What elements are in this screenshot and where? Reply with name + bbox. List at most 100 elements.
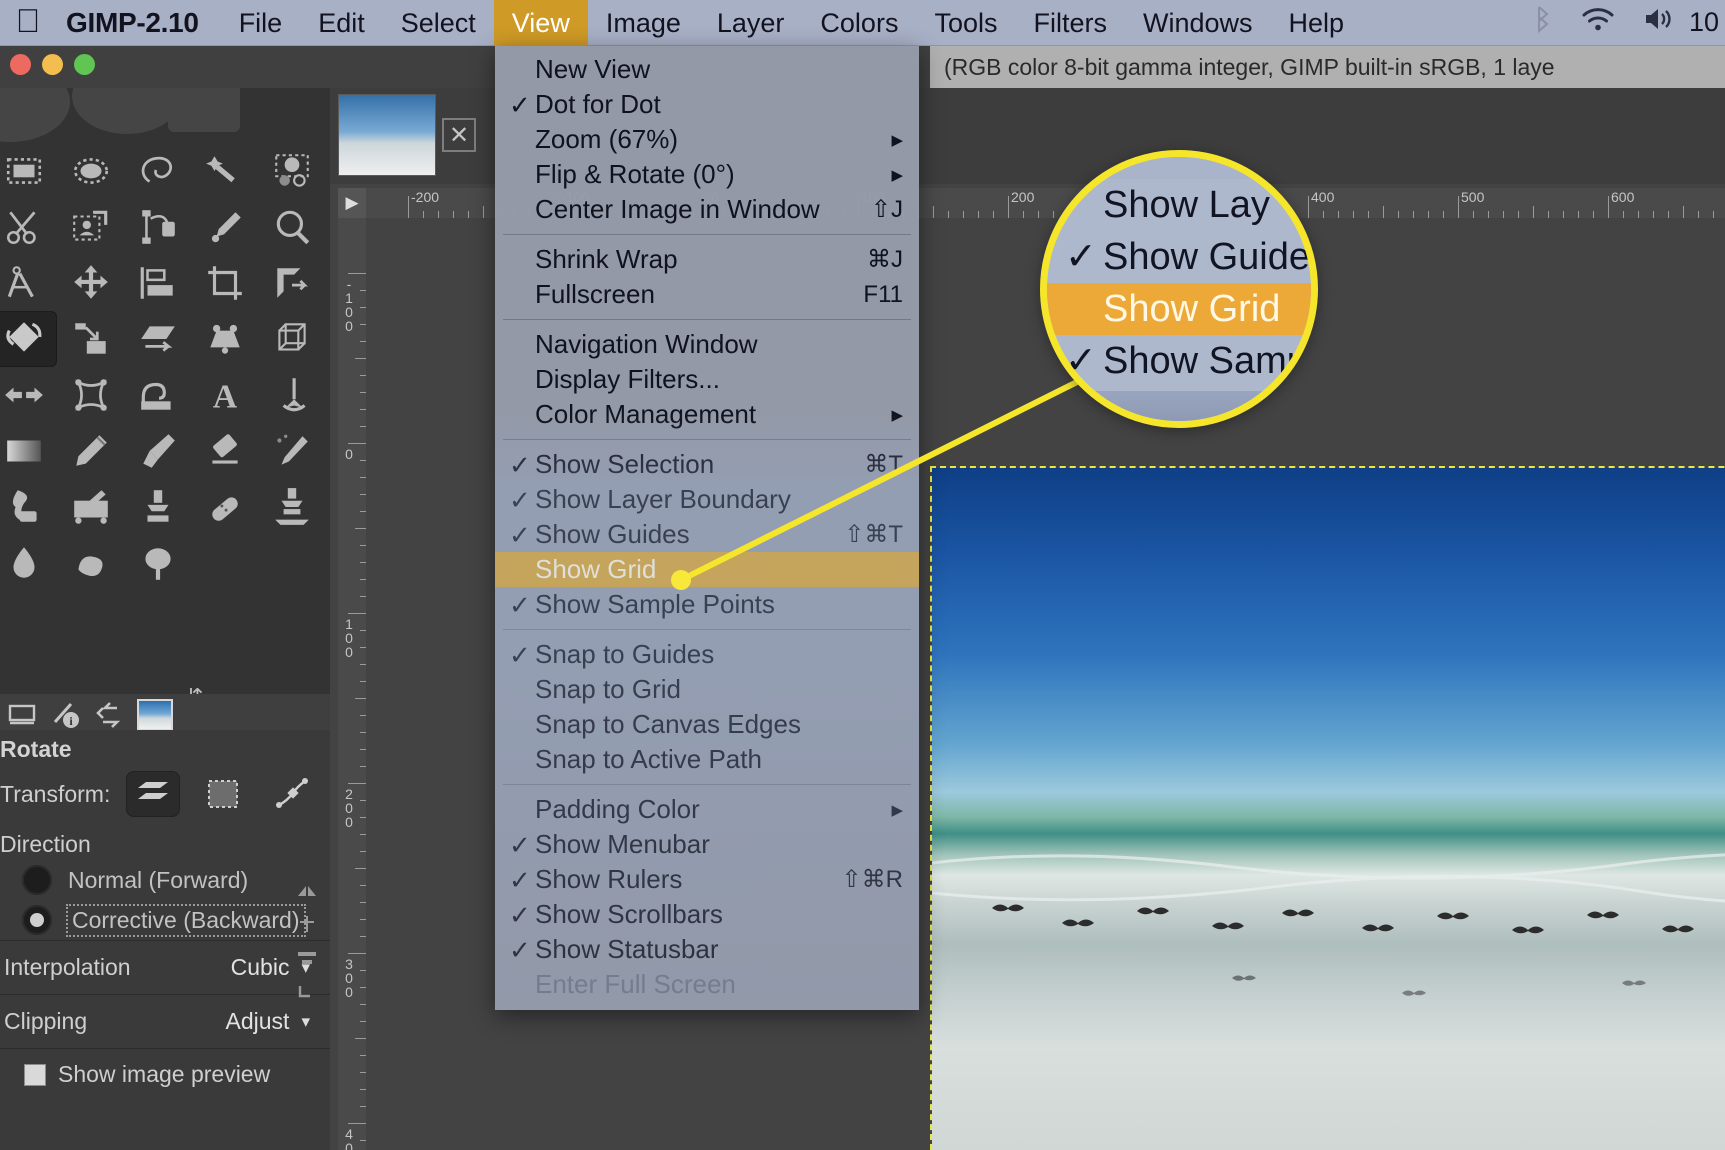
show-image-preview-checkbox[interactable] — [24, 1063, 46, 1086]
volume-icon[interactable] — [1629, 6, 1689, 39]
menu-item-display-filters[interactable]: Display Filters... — [495, 362, 919, 397]
menubar-clock[interactable]: 10 — [1689, 7, 1725, 38]
crop-icon[interactable] — [191, 255, 258, 311]
cage-transform-icon[interactable] — [124, 367, 191, 423]
menu-item-show-scrollbars[interactable]: ✓ Show Scrollbars — [495, 897, 919, 932]
menu-item-snap-to-guides[interactable]: ✓ Snap to Guides — [495, 637, 919, 672]
perspective-icon[interactable] — [191, 311, 258, 367]
app-name-label[interactable]: GIMP-2.10 — [56, 7, 221, 39]
canvas-menu-button[interactable]: ▶ — [338, 188, 366, 218]
clipping-value-group[interactable]: Adjust ▾ — [226, 1008, 310, 1035]
menu-colors[interactable]: Colors — [802, 0, 916, 46]
menu-edit[interactable]: Edit — [300, 0, 383, 46]
menu-filters[interactable]: Filters — [1015, 0, 1125, 46]
pointer-info-tab-icon[interactable]: i — [46, 697, 86, 733]
scissors-select-icon[interactable] — [0, 199, 57, 255]
3d-transform-icon[interactable] — [258, 311, 325, 367]
zoom-button[interactable] — [74, 54, 95, 75]
menu-item-padding-color[interactable]: Padding Color ▶ — [495, 792, 919, 827]
scale-icon[interactable] — [57, 311, 124, 367]
direction-option-normal[interactable]: Normal (Forward) — [0, 860, 330, 900]
rect-select-icon[interactable] — [0, 143, 57, 199]
unified-transform-icon[interactable] — [258, 255, 325, 311]
vertical-ruler[interactable]: -100 0 100 200 300 400 — [338, 218, 366, 1150]
bluetooth-icon[interactable] — [1519, 4, 1567, 41]
radio-corrective[interactable] — [22, 905, 52, 935]
image-thumbnail-tab-icon[interactable] — [134, 697, 176, 733]
move-icon[interactable] — [57, 255, 124, 311]
menu-item-show-menubar[interactable]: ✓ Show Menubar — [495, 827, 919, 862]
transform-selection-button[interactable] — [196, 771, 250, 817]
menu-select[interactable]: Select — [383, 0, 494, 46]
menu-item-dot-for-dot[interactable]: ✓ Dot for Dot — [495, 87, 919, 122]
menu-item-color-management[interactable]: Color Management ▶ — [495, 397, 919, 432]
direction-option-corrective[interactable]: Corrective (Backward) — [0, 900, 330, 940]
beach-photo-layer[interactable] — [930, 466, 1725, 1150]
eraser-icon[interactable] — [191, 423, 258, 479]
menu-windows[interactable]: Windows — [1125, 0, 1271, 46]
show-image-preview-row[interactable]: Show image preview — [0, 1048, 330, 1088]
menu-item-show-layer-boundary[interactable]: ✓ Show Layer Boundary — [495, 482, 919, 517]
alignment-icon[interactable] — [124, 255, 191, 311]
menu-item-show-selection[interactable]: ✓ Show Selection ⌘T — [495, 447, 919, 482]
menu-item-show-guides[interactable]: ✓ Show Guides ⇧⌘T — [495, 517, 919, 552]
ellipse-select-icon[interactable] — [57, 143, 124, 199]
clipping-row[interactable]: Clipping Adjust ▾ — [0, 994, 330, 1048]
minimize-button[interactable] — [42, 54, 63, 75]
menu-file[interactable]: File — [221, 0, 301, 46]
select-by-color-icon[interactable] — [258, 143, 325, 199]
foreground-select-icon[interactable] — [57, 199, 124, 255]
menu-item-show-rulers[interactable]: ✓ Show Rulers ⇧⌘R — [495, 862, 919, 897]
fuzzy-select-icon[interactable] — [191, 143, 258, 199]
menu-item-snap-to-grid[interactable]: Snap to Grid — [495, 672, 919, 707]
bucket-fill-icon[interactable] — [258, 367, 325, 423]
radio-normal[interactable] — [22, 865, 52, 895]
heal-icon[interactable] — [191, 479, 258, 535]
handle-transform-icon[interactable] — [0, 367, 57, 423]
measure-icon[interactable] — [0, 255, 57, 311]
view-dropdown-menu[interactable]: New View ✓ Dot for Dot Zoom (67%) ▶ Flip… — [495, 46, 919, 1010]
airbrush-icon[interactable] — [258, 423, 325, 479]
paths-icon[interactable] — [124, 199, 191, 255]
menu-item-center-image-in-window[interactable]: Center Image in Window ⇧J — [495, 192, 919, 227]
apple-logo-icon[interactable]:  — [0, 4, 56, 42]
dodge-burn-icon[interactable] — [124, 535, 191, 591]
blur-sharpen-icon[interactable] — [0, 535, 57, 591]
interpolation-row[interactable]: Interpolation Cubic ▾ — [0, 940, 330, 994]
close-button[interactable] — [10, 54, 31, 75]
text-icon[interactable]: A — [191, 367, 258, 423]
chevron-down-icon[interactable]: ▾ — [301, 1012, 310, 1032]
menu-item-show-sample-points[interactable]: ✓ Show Sample Points — [495, 587, 919, 622]
clone-icon[interactable] — [124, 479, 191, 535]
menu-item-flip-rotate[interactable]: Flip & Rotate (0°) ▶ — [495, 157, 919, 192]
menu-item-snap-to-canvas-edges[interactable]: Snap to Canvas Edges — [495, 707, 919, 742]
wifi-icon[interactable] — [1567, 6, 1629, 39]
free-select-icon[interactable] — [124, 143, 191, 199]
warp-transform-icon[interactable] — [57, 367, 124, 423]
smudge-icon[interactable] — [57, 535, 124, 591]
menu-item-new-view[interactable]: New View — [495, 52, 919, 87]
transform-path-button[interactable] — [266, 771, 320, 817]
paintbrush-icon[interactable] — [124, 423, 191, 479]
perspective-clone-icon[interactable] — [258, 479, 325, 535]
image-tab-thumbnail[interactable] — [338, 94, 436, 176]
ink-icon[interactable] — [0, 479, 57, 535]
menu-item-shrink-wrap[interactable]: Shrink Wrap ⌘J — [495, 242, 919, 277]
menu-tools[interactable]: Tools — [916, 0, 1015, 46]
menu-image[interactable]: Image — [588, 0, 699, 46]
color-picker-icon[interactable] — [191, 199, 258, 255]
menu-item-fullscreen[interactable]: Fullscreen F11 — [495, 277, 919, 312]
menu-item-navigation-window[interactable]: Navigation Window — [495, 327, 919, 362]
undo-history-tab-icon[interactable] — [90, 697, 130, 733]
menu-item-snap-to-active-path[interactable]: Snap to Active Path — [495, 742, 919, 777]
zoom-icon[interactable] — [258, 199, 325, 255]
menu-help[interactable]: Help — [1271, 0, 1363, 46]
device-status-tab-icon[interactable] — [2, 697, 42, 733]
close-image-icon[interactable]: ✕ — [442, 118, 476, 152]
menu-item-zoom[interactable]: Zoom (67%) ▶ — [495, 122, 919, 157]
menu-layer[interactable]: Layer — [699, 0, 803, 46]
pencil-icon[interactable] — [57, 423, 124, 479]
transform-layer-button[interactable] — [126, 771, 181, 817]
rotate-icon[interactable] — [0, 311, 57, 367]
menu-item-show-statusbar[interactable]: ✓ Show Statusbar — [495, 932, 919, 967]
